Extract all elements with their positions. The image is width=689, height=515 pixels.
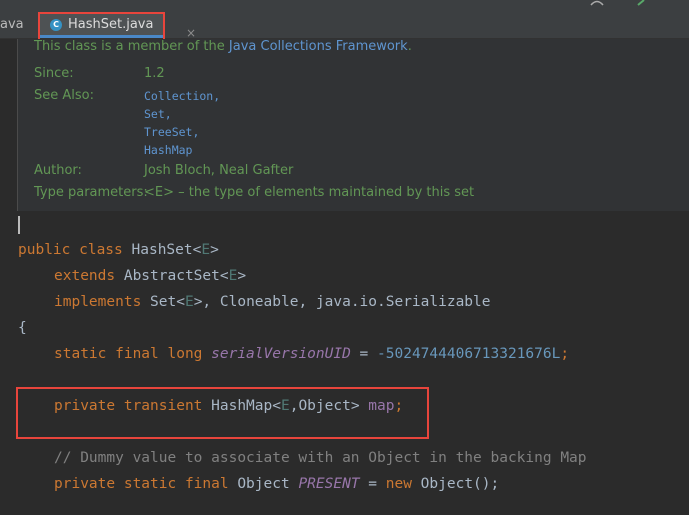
code-line-open-brace: { [18, 320, 27, 336]
doc-intro-text: This class is a member of the [34, 39, 225, 54]
since-label: Since: [34, 66, 74, 81]
code-line-serial-version: static final long serialVersionUID = -50… [54, 346, 570, 362]
annotation-box-map-field [16, 387, 429, 439]
rendered-javadoc: This class is a member of the Java Colle… [17, 39, 689, 211]
toolbar-user-icon[interactable] [590, 0, 604, 6]
author-label: Author: [34, 163, 82, 178]
code-line-implements: implements Set<E>, Cloneable, java.io.Se… [54, 294, 491, 310]
see-also-link-set[interactable]: Set, [144, 107, 172, 121]
see-also-link-hashmap[interactable]: HashMap [144, 143, 192, 157]
see-also-label: See Also: [34, 88, 94, 103]
annotation-box-tab [38, 12, 165, 41]
code-line-class-decl: public class HashSet<E> [18, 242, 219, 258]
previous-tab[interactable]: ava [0, 0, 24, 38]
doc-gutter-line [17, 39, 18, 211]
doc-intro-suffix: . [407, 39, 412, 54]
code-line-present-field: private static final Object PRESENT = ne… [54, 476, 500, 492]
close-icon[interactable]: × [186, 26, 196, 40]
code-line-comment: // Dummy value to associate with an Obje… [54, 450, 587, 466]
code-line-extends: extends AbstractSet<E> [54, 268, 247, 284]
see-also-link-collection[interactable]: Collection, [144, 89, 220, 103]
type-params-value: <E> – the type of elements maintained by… [144, 185, 475, 200]
type-params-label: Type parameters: [34, 185, 148, 200]
editor-tab-bar: ava C HashSet.java × [0, 0, 689, 41]
since-value: 1.2 [144, 66, 165, 81]
author-value: Josh Bloch, Neal Gafter [144, 163, 294, 178]
collections-framework-link[interactable]: Java Collections Framework [229, 39, 408, 54]
toolbar-run-icon[interactable] [636, 0, 646, 6]
doc-intro: This class is a member of the Java Colle… [34, 39, 412, 54]
see-also-link-treeset[interactable]: TreeSet, [144, 125, 199, 139]
